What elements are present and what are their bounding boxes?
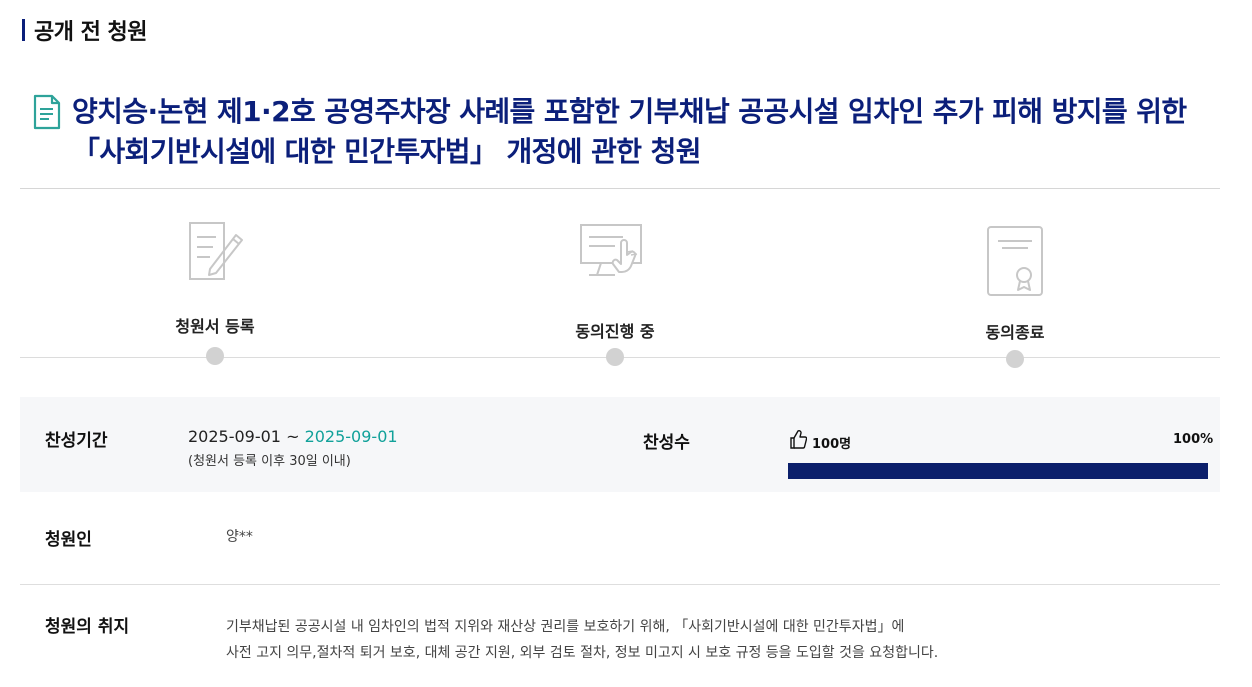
petitioner-value: 양** xyxy=(226,529,253,545)
step-label: 동의진행 중 xyxy=(575,322,655,341)
petition-steps: 청원서 등록 동의진행 중 동의종료 xyxy=(20,215,1220,370)
step-label: 청원서 등록 xyxy=(175,317,255,336)
period-end: 2025-09-01 xyxy=(304,427,398,446)
document-pen-icon xyxy=(189,222,243,280)
petitioner-label: 청원인 xyxy=(45,530,92,550)
step-registration: 청원서 등록 xyxy=(115,215,315,365)
section-title: 공개 전 청원 xyxy=(34,20,148,45)
document-icon xyxy=(33,94,61,130)
agree-progress-fill xyxy=(788,463,1208,479)
agree-count: 100명 xyxy=(812,437,852,452)
section-header-bar xyxy=(22,19,25,41)
step-dot xyxy=(606,348,624,366)
agree-period-value: 2025-09-01 ~ 2025-09-01 xyxy=(188,427,398,446)
agree-period-label: 찬성기간 xyxy=(45,431,108,451)
step-in-progress: 동의진행 중 xyxy=(515,215,715,366)
agree-progress-bar xyxy=(788,463,1208,479)
agree-period-note: (청원서 등록 이후 30일 이내) xyxy=(188,454,351,469)
petition-title: 양치승·논현 제1·2호 공영주차장 사례를 포함한 기부채납 공공시설 임차인… xyxy=(72,95,1187,168)
monitor-touch-icon xyxy=(580,224,642,276)
step-closed: 동의종료 xyxy=(915,215,1115,368)
agree-percent: 100% xyxy=(1173,432,1214,447)
purpose-text: 기부채납된 공공시설 내 임차인의 법적 지위와 재산상 권리를 보호하기 위해… xyxy=(226,614,1006,666)
petition-title-block: 양치승·논현 제1·2호 공영주차장 사례를 포함한 기부채납 공공시설 임차인… xyxy=(32,92,1202,172)
agree-count-label: 찬성수 xyxy=(643,433,690,453)
thumbs-up-icon xyxy=(790,430,807,449)
period-separator: ~ xyxy=(280,427,305,446)
row-divider xyxy=(20,584,1220,585)
purpose-label: 청원의 취지 xyxy=(45,617,130,637)
section-header: 공개 전 청원 xyxy=(22,14,148,46)
divider xyxy=(20,188,1220,189)
step-label: 동의종료 xyxy=(985,323,1045,342)
purpose-line: 기부채납된 공공시설 내 임차인의 법적 지위와 재산상 권리를 보호하기 위해… xyxy=(226,619,905,635)
step-dot xyxy=(206,347,224,365)
certificate-icon xyxy=(987,226,1043,296)
period-start: 2025-09-01 xyxy=(188,427,281,446)
step-dot xyxy=(1006,350,1024,368)
purpose-line: 사전 고지 의무,절차적 퇴거 보호, 대체 공간 지원, 외부 검토 절차, … xyxy=(226,645,939,661)
